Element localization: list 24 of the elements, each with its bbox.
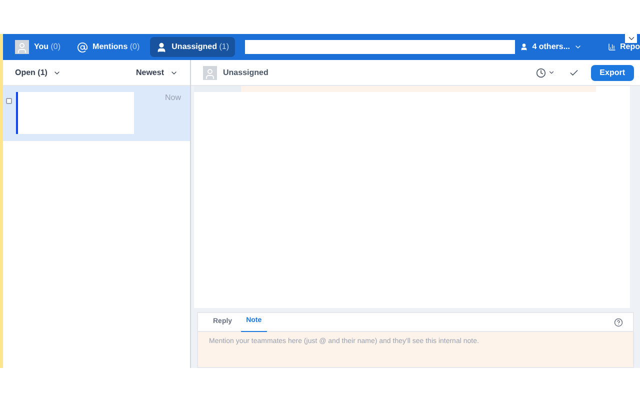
snooze-button[interactable] bbox=[536, 68, 555, 78]
sort-dropdown[interactable]: Newest bbox=[136, 66, 178, 78]
reports-button[interactable]: Repo bbox=[608, 41, 640, 53]
person-icon bbox=[156, 42, 167, 52]
conversation-time: Now bbox=[164, 92, 181, 104]
bar-chart-icon bbox=[608, 43, 616, 51]
inbox-tab[interactable]: Mentions (0) bbox=[70, 37, 146, 57]
avatar-icon bbox=[15, 40, 29, 54]
checkbox[interactable] bbox=[6, 98, 12, 104]
inbox-tab[interactable]: You (0) bbox=[9, 37, 67, 57]
check-icon[interactable] bbox=[568, 68, 579, 78]
caret-icon bbox=[574, 43, 582, 51]
help-icon[interactable] bbox=[614, 318, 623, 326]
assignee-label: Unassigned bbox=[223, 66, 268, 78]
mention-icon bbox=[76, 42, 88, 52]
person-icon bbox=[520, 43, 528, 51]
inbox-tab[interactable]: Unassigned (1) bbox=[150, 37, 236, 57]
caret-icon bbox=[548, 69, 555, 76]
clock-icon bbox=[536, 68, 546, 78]
status-filter[interactable]: Open (1) bbox=[15, 66, 62, 78]
others-button[interactable]: 4 others... bbox=[520, 41, 582, 53]
avatar-icon bbox=[203, 66, 217, 80]
export-button[interactable]: Export bbox=[590, 64, 634, 80]
dropdown-icon[interactable] bbox=[625, 34, 637, 43]
